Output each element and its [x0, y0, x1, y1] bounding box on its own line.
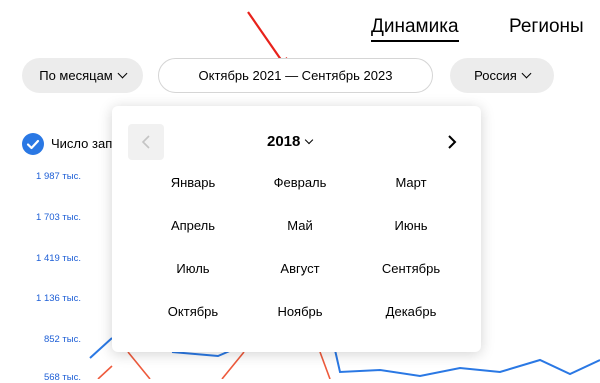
month-october[interactable]: Октябрь — [138, 304, 248, 319]
month-june[interactable]: Июнь — [356, 218, 466, 233]
month-september[interactable]: Сентябрь — [356, 261, 466, 276]
series-line-red — [127, 351, 151, 379]
year-label: 2018 — [267, 133, 301, 150]
month-january[interactable]: Январь — [138, 175, 248, 190]
month-may[interactable]: Май — [245, 218, 355, 233]
series-line-blue — [334, 349, 600, 378]
chevron-down-icon — [305, 135, 314, 144]
month-november[interactable]: Ноябрь — [245, 304, 355, 319]
month-december[interactable]: Декабрь — [356, 304, 466, 319]
month-july[interactable]: Июль — [138, 261, 248, 276]
month-picker-popup: 2018 Январь Февраль Март Апрель Май Июнь… — [112, 106, 481, 352]
year-selector[interactable]: 2018 — [267, 133, 314, 150]
series-line-red — [221, 351, 245, 379]
month-february[interactable]: Февраль — [245, 175, 355, 190]
previous-year-button[interactable] — [128, 124, 164, 160]
month-august[interactable]: Август — [245, 261, 355, 276]
series-line-red — [319, 351, 331, 379]
chevron-left-icon — [141, 135, 150, 149]
chevron-right-icon — [448, 135, 457, 149]
series-line-red — [97, 365, 113, 379]
month-march[interactable]: Март — [356, 175, 466, 190]
next-year-button[interactable] — [437, 124, 467, 160]
series-line-blue — [89, 337, 113, 359]
month-april[interactable]: Апрель — [138, 218, 248, 233]
